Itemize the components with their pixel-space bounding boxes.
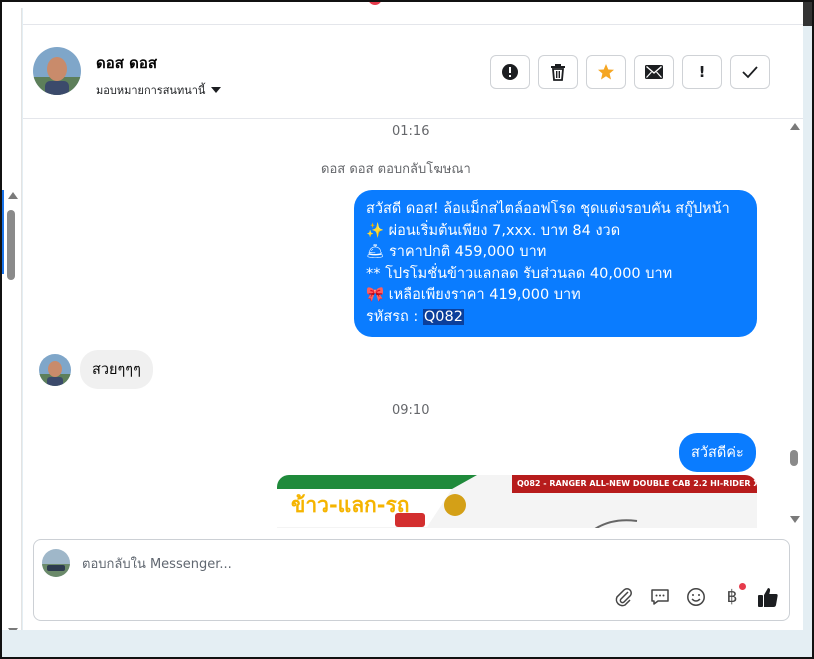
- notification-dot: [739, 583, 746, 590]
- notification-dot: [368, 0, 382, 5]
- smiley-icon: [687, 588, 705, 606]
- emoji-button[interactable]: [685, 586, 707, 608]
- page-avatar: [42, 549, 70, 577]
- ad-code-value: Q082: [422, 308, 464, 325]
- assign-label: มอบหมายการสนทนานี้: [96, 84, 206, 97]
- trash-icon: [551, 64, 565, 81]
- ad-line: ✨ ผ่อนเริ่มต้นเพียง 7,xxx. บาท 84 งวด: [366, 222, 621, 239]
- incoming-message[interactable]: สวยๆๆๆ: [80, 350, 153, 389]
- ad-line: 🎀 เหลือเพียงราคา 419,000 บาท: [366, 287, 581, 303]
- alert-circle-icon: [502, 64, 518, 80]
- payment-button[interactable]: ฿: [721, 583, 746, 608]
- done-button[interactable]: [730, 55, 770, 89]
- email-button[interactable]: [634, 55, 674, 89]
- left-scrollbar[interactable]: [0, 8, 22, 635]
- report-button[interactable]: [490, 55, 530, 89]
- envelope-icon: [645, 65, 663, 79]
- like-button[interactable]: [757, 586, 779, 608]
- timestamp: 09:10: [392, 403, 430, 418]
- ad-code-label: รหัสรถ :: [366, 308, 423, 325]
- important-button[interactable]: !: [682, 55, 722, 89]
- ad-line: สวัสดี ดอส! ล้อแม็กสไตล์ออฟโรด ชุดแต่งรอ…: [366, 201, 730, 217]
- scroll-down-icon[interactable]: [790, 516, 800, 523]
- check-icon: [742, 66, 758, 79]
- scroll-up-icon[interactable]: [8, 192, 18, 199]
- caret-down-icon: [211, 87, 222, 93]
- bottom-strip: [0, 630, 814, 659]
- timestamp: 01:16: [392, 124, 430, 139]
- reply-note: ดอส ดอส ตอบกลับโฆษณา: [321, 162, 471, 177]
- conversation-header: ดอส ดอส มอบหมายการสนทนานี้ !: [23, 25, 803, 119]
- window-corner: [803, 0, 814, 26]
- avatar[interactable]: [39, 354, 71, 386]
- top-strip: [0, 0, 814, 8]
- ad-image-banner: Q082 - RANGER ALL-NEW DOUBLE CAB 2.2 HI-…: [517, 479, 757, 488]
- avatar[interactable]: [33, 47, 81, 95]
- baht-icon: ฿: [726, 587, 738, 607]
- star-button[interactable]: [586, 55, 626, 89]
- scroll-thumb[interactable]: [790, 450, 798, 466]
- scroll-thumb[interactable]: [7, 210, 15, 280]
- ad-image[interactable]: Q082 - RANGER ALL-NEW DOUBLE CAB 2.2 HI-…: [277, 475, 757, 528]
- message-list[interactable]: 01:16 ดอส ดอส ตอบกลับโฆษณา สวัสดี ดอส! ล…: [23, 120, 787, 528]
- composer-tools: ฿: [613, 583, 779, 608]
- paperclip-icon: [615, 588, 632, 607]
- exclamation-icon: !: [698, 63, 706, 81]
- scroll-up-icon[interactable]: [790, 123, 800, 130]
- user-name[interactable]: ดอส ดอส: [96, 51, 157, 75]
- delete-button[interactable]: [538, 55, 578, 89]
- right-edge: [803, 0, 814, 659]
- star-icon: [598, 64, 614, 80]
- outgoing-message[interactable]: สวัสดีค่ะ: [679, 433, 756, 472]
- ad-image-headline: ข้าว-แลก-รถ: [291, 493, 410, 517]
- chat-scrollbar[interactable]: [787, 120, 803, 528]
- ad-line: ** โปรโมชั่นข้าวแลกลด รับส่วนลด 40,000 บ…: [366, 265, 673, 282]
- ad-code-line: รหัสรถ : Q082: [366, 307, 745, 329]
- active-indicator: [2, 190, 4, 274]
- saved-replies-button[interactable]: [649, 586, 671, 608]
- ad-message-bubble[interactable]: สวัสดี ดอส! ล้อแม็กสไตล์ออฟโรด ชุดแต่งรอ…: [354, 190, 757, 337]
- action-toolbar: !: [490, 55, 770, 89]
- reply-composer: ฿: [33, 539, 790, 621]
- ad-line: 🛎 ราคาปกติ 459,000 บาท: [366, 244, 547, 260]
- chat-bubble-icon: [651, 589, 669, 605]
- assign-conversation[interactable]: มอบหมายการสนทนานี้: [96, 81, 222, 99]
- attach-button[interactable]: [613, 586, 635, 608]
- thumbs-up-icon: [758, 588, 778, 607]
- reply-input[interactable]: [82, 553, 762, 575]
